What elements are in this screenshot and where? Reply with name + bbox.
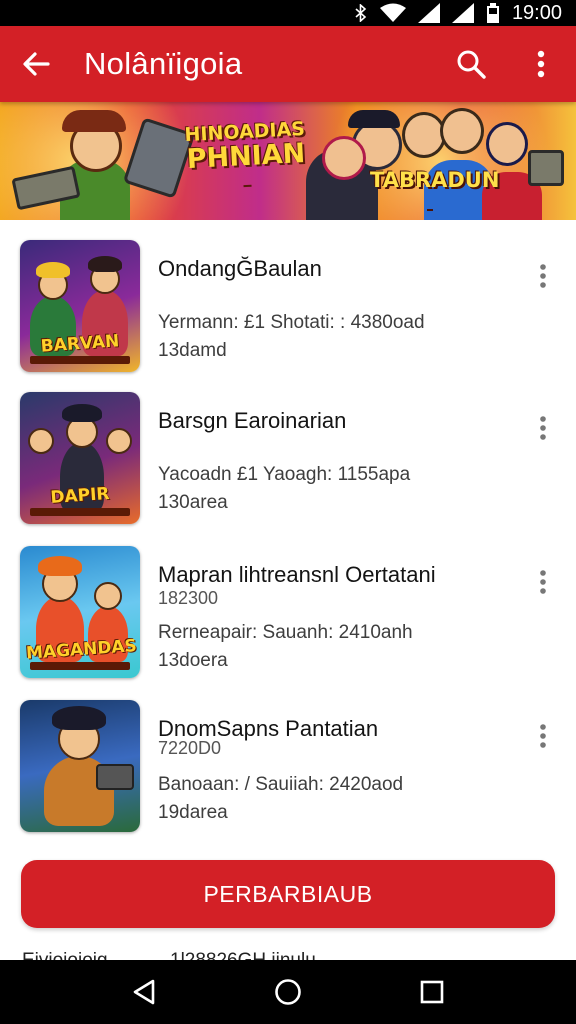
banner-logo-right: TABRADUN (370, 168, 499, 216)
app-bar: Nolânïigoia (0, 26, 576, 102)
nav-back-icon[interactable] (112, 960, 176, 1024)
search-icon[interactable] (436, 26, 506, 102)
nav-home-icon[interactable] (256, 960, 320, 1024)
banner-cap (348, 110, 400, 128)
page-title: Nolânïigoia (84, 46, 243, 81)
banner-character-head (322, 136, 366, 180)
item-subtitle: 182300 (158, 588, 219, 608)
nav-recents-icon[interactable] (400, 960, 464, 1024)
thumb-weapon (96, 764, 134, 790)
banner-hat (62, 110, 126, 132)
banner-character-head (486, 122, 528, 166)
more-vert-icon[interactable] (528, 256, 558, 296)
game-thumbnail: DAPIR (20, 392, 140, 524)
more-vert-icon[interactable] (528, 408, 558, 448)
arrow-back-icon[interactable] (0, 26, 72, 102)
primary-action-button[interactable]: PERBARBIAUB (21, 860, 555, 928)
thumb-hair (36, 262, 70, 278)
thumb-title: DAPIR (49, 483, 111, 509)
item-meta-primary: Yermann: £1 Shotati: : 4380oad (158, 312, 425, 333)
item-meta-primary: Yacoadn £1 Yaoagh: 1155apa (158, 464, 411, 485)
more-vert-icon[interactable] (528, 716, 558, 756)
item-meta-secondary: 19darea (158, 802, 228, 823)
item-meta-secondary: 130area (158, 492, 228, 513)
thumb-subtitle-bar (30, 662, 130, 670)
game-thumbnail: MAGANDAS (20, 546, 140, 678)
item-meta-secondary: 13doera (158, 650, 228, 671)
list-item[interactable]: MAGANDAS Mapran lihtreansnl Oertatani 18… (0, 534, 576, 678)
thumb-character-head (94, 582, 122, 610)
item-subtitle: 7220D0 (158, 738, 222, 758)
status-bar: 19:00 (0, 0, 576, 26)
item-meta-primary: Rerneapair: Sauanh: 2410anh (158, 622, 413, 643)
game-thumbnail (20, 700, 140, 832)
thumb-hair (88, 256, 122, 272)
battery-icon (486, 3, 500, 23)
status-time: 19:00 (511, 1, 562, 24)
thumb-hair (38, 556, 82, 576)
promo-banner[interactable]: HINOADIAS PHNIAN TABRADUN (0, 102, 576, 220)
item-title: OndangĞBaulan (158, 256, 322, 281)
signal-icon (417, 3, 440, 23)
item-title: Barsgn Earoinarian (158, 408, 347, 433)
list-item[interactable]: BARVAN OndangĞBaulan Yermann: £1 Shotati… (0, 228, 576, 372)
game-thumbnail: BARVAN (20, 240, 140, 372)
banner-character-head (440, 108, 484, 154)
thumb-hat (62, 404, 102, 422)
banner-weapon (528, 150, 564, 186)
thumb-character-head (106, 428, 132, 454)
more-vert-icon[interactable] (528, 562, 558, 602)
thumb-subtitle-bar (30, 356, 130, 364)
system-nav-bar (0, 960, 576, 1024)
thumb-character-head (28, 428, 54, 454)
wifi-icon (379, 3, 406, 23)
list-item[interactable]: DAPIR Barsgn Earoinarian Yacoadn £1 Yaoa… (0, 380, 576, 524)
signal-icon (451, 3, 474, 23)
more-vert-icon[interactable] (506, 26, 576, 102)
thumb-hair (52, 706, 106, 730)
banner-logo-left: HINOADIAS PHNIAN (180, 118, 311, 195)
bluetooth-icon (354, 4, 368, 22)
list-item[interactable]: DnomSapns Pantatian 7220D0 Banoaan: / Sa… (0, 688, 576, 832)
item-meta-primary: Banoaan: / Sauiiah: 2420aod (158, 774, 404, 795)
item-title: Mapran lihtreansnl Oertatani (158, 562, 436, 587)
thumb-subtitle-bar (30, 508, 130, 516)
item-meta-secondary: 13damd (158, 340, 227, 361)
